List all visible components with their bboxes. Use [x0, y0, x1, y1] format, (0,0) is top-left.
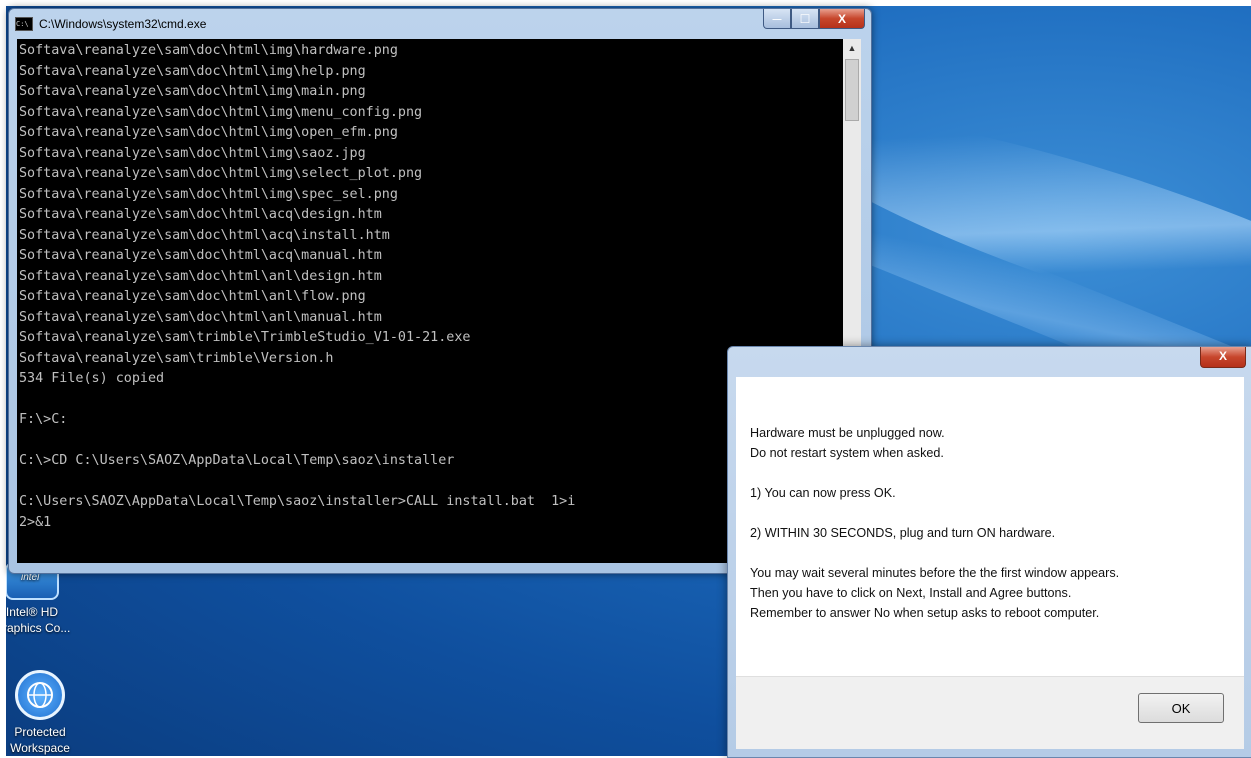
dialog-footer: OK [736, 676, 1244, 749]
cmd-app-icon: C:\ [15, 17, 33, 31]
minimize-button[interactable]: — [763, 9, 791, 29]
desktop-icon-label: Protected Workspace [10, 725, 70, 755]
console-line: Softava\reanalyze\sam\doc\html\anl\flow.… [19, 289, 366, 304]
console-line: Softava\reanalyze\sam\doc\html\acq\insta… [19, 227, 390, 243]
message-dialog[interactable]: X Hardware must be unplugged now. Do not … [727, 346, 1251, 758]
console-line: Softava\reanalyze\sam\doc\html\img\menu_… [19, 104, 423, 120]
maximize-button[interactable]: ☐ [791, 9, 819, 29]
dialog-message-line [750, 463, 1119, 483]
desktop-icon-label: Intel® HD Graphics Co... [6, 605, 71, 635]
maximize-icon: ☐ [799, 11, 811, 26]
console-line: C:\>CD C:\Users\SAOZ\AppData\Local\Temp\… [19, 453, 455, 468]
console-line: Softava\reanalyze\sam\doc\html\anl\manua… [19, 309, 382, 325]
dialog-message-line: Remember to answer No when setup asks to… [750, 606, 1100, 620]
dialog-message-line: 1) You can now press OK. [750, 486, 896, 500]
console-line: Softava\reanalyze\sam\doc\html\acq\manua… [19, 248, 382, 263]
console-line: F:\>C: [19, 412, 68, 427]
console-line: Softava\reanalyze\sam\doc\html\img\open_… [19, 125, 398, 140]
dialog-message-line: 2) WITHIN 30 SECONDS, plug and turn ON h… [750, 526, 1056, 540]
console-line: Softava\reanalyze\sam\trimble\TrimbleStu… [19, 330, 471, 345]
console-line: 534 File(s) copied [19, 371, 165, 386]
console-line: Softava\reanalyze\sam\doc\html\img\selec… [19, 166, 423, 181]
dialog-body: Hardware must be unplugged now. Do not re… [736, 377, 1244, 749]
console-output[interactable]: Softava\reanalyze\sam\doc\html\img\hardw… [17, 39, 843, 563]
console-line: Softava\reanalyze\sam\trimble\Version.h [19, 350, 334, 366]
console-line: 2>&1 [19, 514, 52, 530]
dialog-message-line [750, 503, 1119, 523]
ok-button[interactable]: OK [1138, 693, 1224, 723]
dialog-message: Hardware must be unplugged now. Do not re… [750, 423, 1119, 623]
console-line: Softava\reanalyze\sam\doc\html\img\spec_… [19, 186, 398, 202]
dialog-message-line [750, 543, 1119, 563]
console-line: Softava\reanalyze\sam\doc\html\img\main.… [19, 84, 366, 99]
console-text: Softava\reanalyze\sam\doc\html\img\hardw… [17, 39, 843, 533]
protected-workspace-icon [15, 670, 65, 720]
console-line: Softava\reanalyze\sam\doc\html\anl\desig… [19, 268, 382, 284]
dialog-message-line: Then you have to click on Next, Install … [750, 586, 1072, 600]
close-icon: X [837, 11, 846, 26]
console-line: Softava\reanalyze\sam\doc\html\img\saoz.… [19, 145, 366, 161]
console-line: C:\Users\SAOZ\AppData\Local\Temp\saoz\in… [19, 494, 576, 509]
cmd-window-title: C:\Windows\system32\cmd.exe [39, 17, 207, 31]
close-button[interactable]: X [819, 9, 865, 29]
console-line: Softava\reanalyze\sam\doc\html\img\hardw… [19, 43, 398, 58]
window-controls: — ☐ X [763, 9, 865, 29]
desktop-icon-protected-workspace[interactable]: Protected Workspace [6, 670, 80, 756]
scrollbar-thumb[interactable] [845, 59, 859, 121]
minimize-icon: — [772, 13, 782, 24]
dialog-message-line: You may wait several minutes before the … [750, 566, 1120, 580]
console-line: Softava\reanalyze\sam\doc\html\acq\desig… [19, 207, 382, 222]
scroll-up-icon[interactable]: ▲ [843, 39, 861, 57]
cmd-title-bar[interactable]: C:\ C:\Windows\system32\cmd.exe [15, 13, 206, 35]
dialog-message-line: Do not restart system when asked. [750, 446, 944, 460]
dialog-message-line: Hardware must be unplugged now. [750, 426, 945, 440]
dialog-close-button[interactable]: X [1200, 347, 1246, 368]
console-line: Softava\reanalyze\sam\doc\html\img\help.… [19, 63, 366, 79]
